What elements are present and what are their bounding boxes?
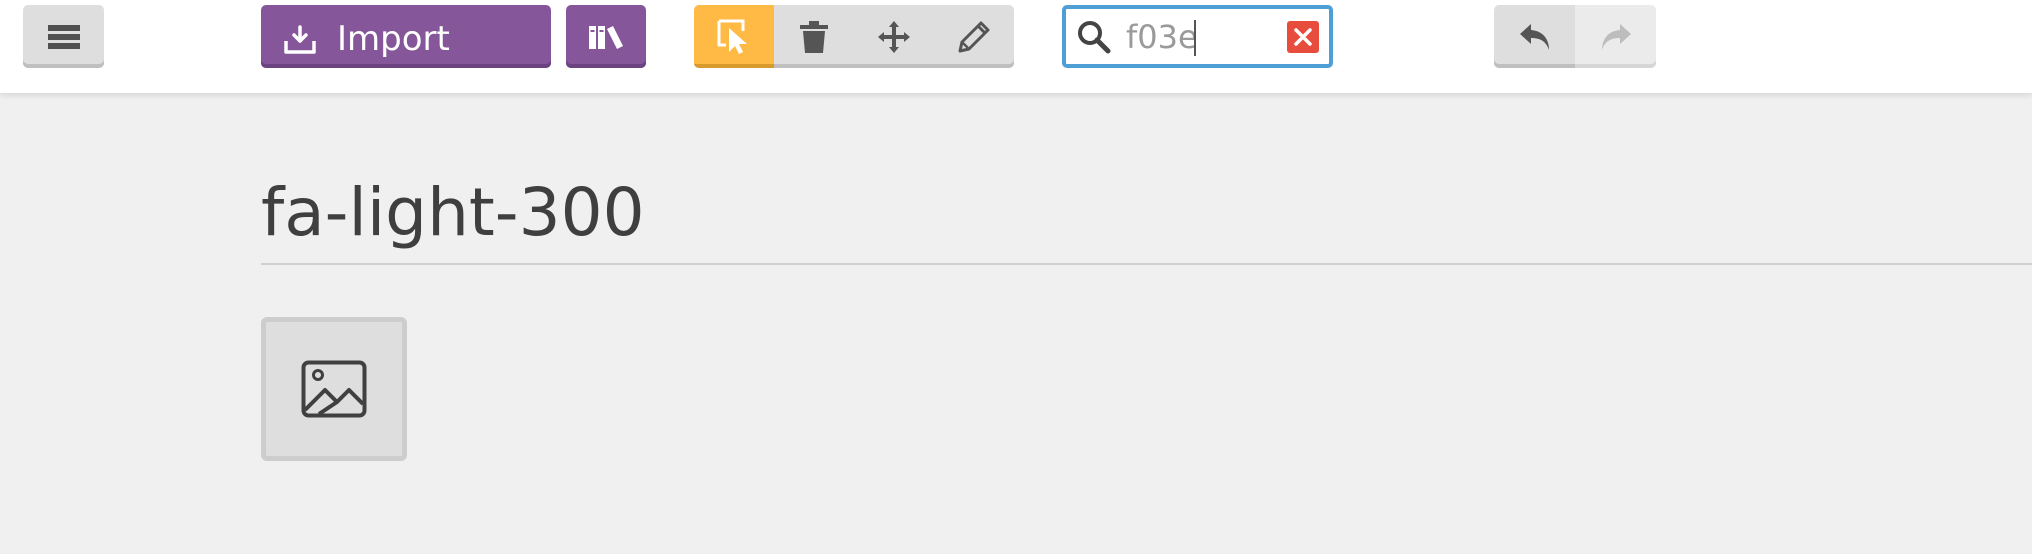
move-arrows-icon xyxy=(878,20,910,53)
import-icons-label: Import Icons xyxy=(337,19,450,68)
menu-button[interactable] xyxy=(23,5,104,68)
undo-button[interactable] xyxy=(1494,5,1575,68)
top-toolbar: Import Icons xyxy=(0,0,2032,93)
icon-tile[interactable] xyxy=(261,317,407,461)
library-button[interactable] xyxy=(566,5,646,68)
trash-icon xyxy=(800,20,828,53)
clear-search-button[interactable] xyxy=(1287,21,1319,53)
tool-group xyxy=(694,5,1014,68)
undo-icon xyxy=(1519,23,1549,50)
main-content: fa-light-300 xyxy=(0,93,2032,554)
library-books-icon xyxy=(589,25,623,49)
search-icon xyxy=(1076,19,1112,55)
redo-button xyxy=(1575,5,1656,68)
image-icon xyxy=(301,360,367,418)
cursor-select-icon xyxy=(717,19,747,54)
text-caret xyxy=(1194,20,1196,56)
close-icon xyxy=(1294,28,1312,46)
redo-icon xyxy=(1601,23,1631,50)
import-icons-button[interactable]: Import Icons xyxy=(261,5,551,68)
select-tool-button[interactable] xyxy=(694,5,774,68)
search-box xyxy=(1062,5,1333,68)
icon-set-title: fa-light-300 xyxy=(261,174,645,251)
delete-tool-button[interactable] xyxy=(774,5,854,68)
title-divider xyxy=(261,263,2032,265)
pencil-icon xyxy=(958,21,990,52)
hamburger-menu-icon xyxy=(47,24,80,49)
search-input[interactable] xyxy=(1126,17,1266,57)
import-icon xyxy=(284,25,316,54)
edit-tool-button[interactable] xyxy=(934,5,1014,68)
move-tool-button[interactable] xyxy=(854,5,934,68)
